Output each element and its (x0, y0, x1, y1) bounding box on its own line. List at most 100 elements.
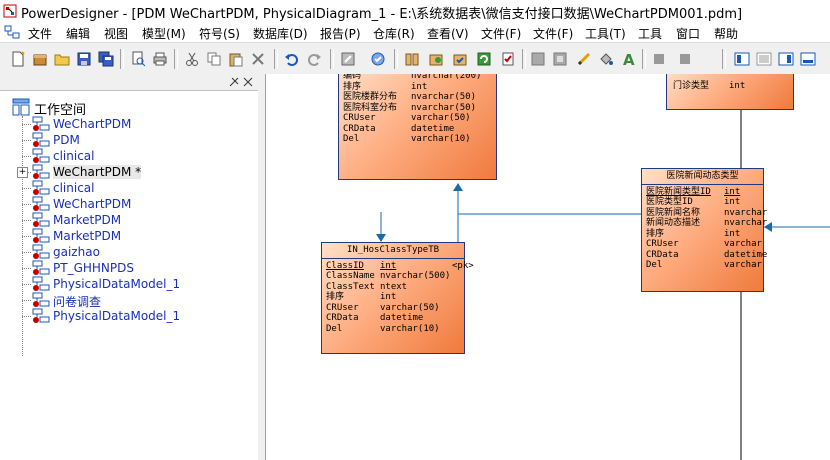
check-model-icon[interactable] (370, 51, 386, 67)
toolbar-separator (330, 49, 334, 69)
new-icon[interactable] (10, 51, 26, 67)
copy-icon[interactable] (206, 51, 222, 67)
column-type: nvarchar(50) (411, 102, 477, 113)
pane-splitter[interactable] (258, 74, 266, 460)
document-menu-icon[interactable] (4, 24, 20, 40)
print-preview-icon[interactable] (130, 51, 146, 67)
layout-2-icon[interactable] (756, 51, 772, 67)
entity-hospital-building[interactable]: 编码 nvarchar(200) 排序 int 医院楼群分布 nvarchar(50) 医院… (338, 74, 497, 180)
check-icon[interactable] (452, 51, 468, 67)
open-repo-icon[interactable] (428, 51, 444, 67)
menu-database[interactable]: 数据库(D) (253, 25, 308, 42)
menu-edit[interactable]: 编辑 (66, 25, 90, 42)
fill-icon[interactable] (598, 51, 614, 67)
pdm-model-icon (32, 276, 50, 291)
pdm-model-icon (32, 244, 50, 259)
tree-item-label: PhysicalDataModel_1 (53, 277, 181, 291)
entity-column-row: Del varchar(10) (322, 324, 464, 335)
menu-report[interactable]: 报告(P) (320, 25, 361, 42)
entity-in-hosclasstypetb[interactable]: IN_HosClassTypeTB ClassID int <pk> ClassNam… (321, 242, 474, 354)
layout-1-icon[interactable] (734, 51, 750, 67)
toolbar-separator (174, 49, 178, 69)
tree-item-label: clinical (53, 149, 95, 163)
undo-icon[interactable] (284, 51, 300, 67)
layout-4-icon[interactable] (800, 51, 816, 67)
menu-repository[interactable]: 仓库(R) (373, 25, 415, 42)
column-type: int (729, 81, 746, 91)
pdm-model-icon (32, 180, 50, 195)
entity-outpatient-type[interactable]: 门诊类型 int (666, 74, 794, 110)
close-icon[interactable] (242, 76, 254, 88)
pdm-model-icon (32, 148, 50, 163)
column-type: int (411, 81, 428, 92)
layout-3-icon[interactable] (778, 51, 794, 67)
open-package-icon[interactable] (32, 51, 48, 67)
menu-file-2[interactable]: 文件(F) (481, 25, 521, 42)
entity-rows: 编码 nvarchar(200) 排序 int 医院楼群分布 nvarchar(50) 医院… (339, 74, 496, 145)
expand-toggle[interactable]: + (17, 167, 28, 178)
pdm-model-icon (32, 164, 50, 179)
pen-icon[interactable] (576, 51, 592, 67)
column-name: ClassName (326, 271, 375, 281)
column-type: int (380, 260, 397, 271)
tree-connector-branch (22, 300, 31, 301)
pdm-model-icon (32, 292, 50, 307)
save-icon[interactable] (76, 51, 92, 67)
tree-connector-branch (22, 284, 31, 285)
menu-tools[interactable]: 工具(T) (585, 25, 626, 42)
pdm-model-icon (32, 228, 50, 243)
text-icon[interactable]: A (620, 51, 636, 67)
entity-column-row: 编码 nvarchar(200) (339, 74, 496, 82)
entity-hospital-news-type[interactable]: 医院新闻动态类型 医院新闻类型ID int 医院类型ID int 医院新闻名称 nvarc… (641, 168, 767, 292)
column-name: CRData (343, 123, 376, 134)
repository-icon[interactable] (404, 51, 420, 67)
powerdesigner-app-icon[interactable] (3, 4, 17, 18)
window-title: PowerDesigner - [PDM WeChartPDM, Physica… (21, 7, 743, 22)
redo-icon[interactable] (306, 51, 322, 67)
toolbar-separator (274, 49, 278, 69)
menu-view[interactable]: 视图 (104, 25, 128, 42)
pin-icon[interactable] (228, 76, 240, 88)
tree-item-label: MarketPDM (53, 213, 122, 227)
entity-column-row: CRUser varchar(50) (322, 303, 464, 314)
tree-connector-branch (22, 316, 31, 317)
menu-help[interactable]: 帮助 (714, 25, 738, 42)
column-type: varchar(10) (411, 134, 471, 144)
refresh-icon[interactable] (476, 51, 492, 67)
paste-icon[interactable] (228, 51, 244, 67)
menu-query[interactable]: 查看(V) (427, 25, 469, 42)
diagram-canvas[interactable]: 编码 nvarchar(200) 排序 int 医院楼群分布 nvarchar(50) 医院… (266, 74, 830, 460)
menu-model[interactable]: 模型(M) (142, 25, 186, 42)
layout-grey-icon[interactable] (530, 51, 546, 67)
print-icon[interactable] (152, 51, 168, 67)
format-icon[interactable] (500, 51, 516, 67)
tree-connector-branch (22, 188, 31, 189)
back-icon[interactable] (676, 51, 692, 67)
column-name: 新闻动态描述 (646, 218, 701, 228)
column-name: CRData (646, 249, 679, 260)
open-folder-icon[interactable] (54, 51, 70, 67)
tree-item-label: PDM (53, 133, 80, 147)
menu-file[interactable]: 文件 (28, 25, 52, 42)
column-type: varchar (724, 260, 762, 270)
properties-icon[interactable] (340, 51, 356, 67)
entity-column-row: 门诊类型 int (667, 81, 793, 92)
save-all-icon[interactable] (98, 51, 114, 67)
toolbar: A (0, 42, 830, 76)
forward-icon[interactable] (652, 51, 668, 67)
layout-grey-2-icon[interactable] (552, 51, 568, 67)
menu-symbol[interactable]: 符号(S) (199, 25, 240, 42)
column-type: varchar(50) (380, 302, 440, 313)
pdm-model-icon (32, 196, 50, 211)
entity-title: IN_HosClassTypeTB (322, 243, 464, 259)
column-name: 排序 (326, 292, 345, 302)
menu-window[interactable]: 窗口 (676, 25, 700, 42)
column-name: 编码 (343, 74, 362, 81)
menu-file-3[interactable]: 文件(F) (533, 25, 573, 42)
entity-column-row: CRUser varchar (642, 239, 763, 250)
cut-icon[interactable] (184, 51, 200, 67)
column-name: CRData (326, 313, 359, 323)
delete-icon[interactable] (250, 51, 266, 67)
entity-column-row: 排序 int (322, 292, 464, 303)
menu-tools-2[interactable]: 工具 (638, 25, 662, 42)
